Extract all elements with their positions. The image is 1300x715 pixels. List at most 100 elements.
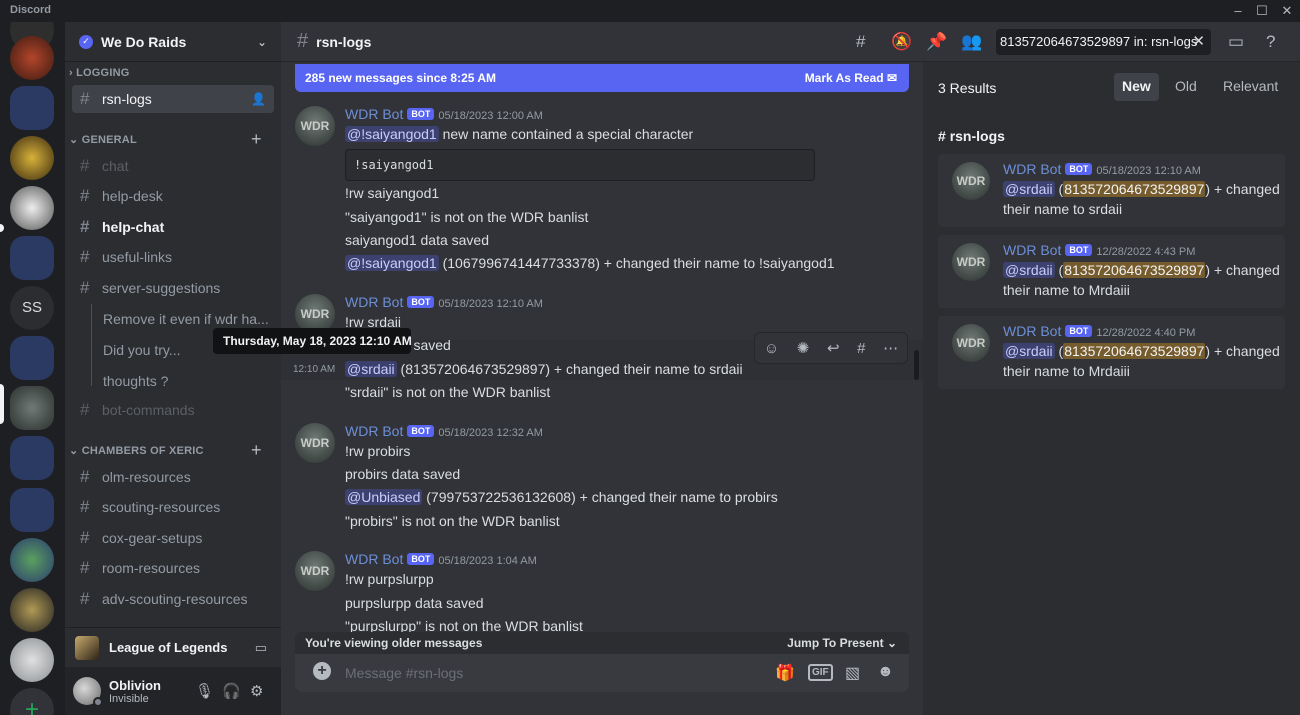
server-icon-wdr[interactable] [10, 386, 54, 430]
author-avatar[interactable]: WDR [295, 106, 335, 146]
message-input[interactable]: Message #rsn-logs [345, 665, 463, 681]
sort-relevant-button[interactable]: Relevant [1215, 73, 1286, 101]
headphones-icon[interactable]: 🎧 [222, 682, 241, 700]
server-icon[interactable] [10, 538, 54, 582]
reply-icon[interactable]: ↩ [827, 339, 840, 357]
server-folder-icon[interactable] [10, 86, 54, 130]
channel-bot-commands[interactable]: # bot-commands [72, 396, 274, 424]
category-logging[interactable]: › LOGGING [69, 67, 129, 79]
channel-help-chat[interactable]: # help-chat [72, 213, 274, 241]
microphone-icon[interactable]: 🎙 [195, 682, 214, 700]
user-mention[interactable]: @!saiyangod1 [345, 255, 439, 271]
server-icon[interactable] [10, 136, 54, 180]
user-mention[interactable]: @srdaii [1003, 181, 1055, 197]
search-result[interactable]: WDR WDR Bot BOT 12/28/2022 4:40 PM @srdaii… [938, 316, 1285, 389]
channel-room-resources[interactable]: # room-resources [72, 554, 274, 582]
settings-gear-icon[interactable]: ⚙ [250, 682, 263, 700]
emoji-icon[interactable]: ☻ [877, 663, 894, 681]
author-name[interactable]: WDR Bot [345, 551, 403, 567]
server-icon[interactable] [10, 186, 54, 230]
more-options-icon[interactable]: ⋯ [883, 339, 898, 357]
author-avatar[interactable]: WDR [295, 551, 335, 591]
maximize-icon[interactable]: ☐ [1250, 2, 1274, 20]
sort-old-button[interactable]: Old [1167, 73, 1205, 101]
threads-icon[interactable]: # [856, 32, 865, 52]
author-name[interactable]: WDR Bot [345, 106, 403, 122]
create-channel-icon[interactable]: + [251, 440, 262, 461]
new-messages-banner[interactable]: 285 new messages since 8:25 AM Mark As R… [295, 64, 909, 92]
gif-button[interactable]: GIF [808, 664, 833, 681]
sticker-icon[interactable]: ▧ [845, 663, 860, 683]
invite-icon[interactable]: 👤 [251, 92, 266, 106]
category-general[interactable]: ⌄ GENERAL + [69, 129, 269, 149]
channel-rsn-logs[interactable]: # rsn-logs 👤 [72, 85, 274, 113]
search-result[interactable]: WDR WDR Bot BOT 12/28/2022 4:43 PM @srdaii… [938, 235, 1285, 308]
user-mention[interactable]: @srdaii [345, 361, 397, 377]
server-icon[interactable] [10, 36, 54, 80]
channel-useful-links[interactable]: # useful-links [72, 243, 274, 271]
thread-item[interactable]: Remove it even if wdr ha... [103, 311, 269, 327]
author-avatar[interactable]: WDR [952, 324, 990, 362]
server-icon[interactable] [10, 588, 54, 632]
minimize-icon[interactable]: – [1226, 2, 1250, 20]
author-name[interactable]: WDR Bot [345, 294, 403, 310]
author-avatar[interactable]: WDR [295, 423, 335, 463]
create-channel-icon[interactable]: + [251, 129, 262, 150]
author-avatar[interactable]: WDR [952, 162, 990, 200]
user-mention[interactable]: @Unbiased [345, 489, 423, 505]
member-list-icon[interactable]: 👥 [961, 32, 982, 52]
scrollbar-thumb[interactable] [914, 350, 919, 380]
server-folder-icon[interactable] [10, 436, 54, 480]
search-result[interactable]: WDR WDR Bot BOT 05/18/2023 12:10 AM @srdai… [938, 154, 1285, 227]
mark-as-read-button[interactable]: Mark As Read ✉ [805, 71, 897, 85]
timestamp[interactable]: 05/18/2023 1:04 AM [438, 555, 536, 567]
result-channel-heading[interactable]: # rsn-logs [938, 128, 1005, 144]
server-folder-icon[interactable] [10, 488, 54, 532]
clear-search-icon[interactable]: ✕ [1192, 32, 1205, 50]
channel-chat[interactable]: # chat [72, 152, 274, 180]
inbox-icon[interactable]: ▭ [1228, 32, 1244, 52]
thread-item[interactable]: Did you try... [103, 342, 181, 358]
channel-help-desk[interactable]: # help-desk [72, 182, 274, 210]
help-icon[interactable]: ? [1266, 32, 1275, 52]
user-mention[interactable]: @srdaii [1003, 262, 1055, 278]
author-name[interactable]: WDR Bot [1003, 242, 1061, 258]
notification-mute-icon[interactable]: 🔕 [891, 32, 912, 52]
user-mention[interactable]: @!saiyangod1 [345, 126, 439, 142]
add-server-icon[interactable]: + [10, 688, 54, 715]
chevron-down-icon[interactable]: ⌄ [257, 35, 267, 49]
author-name[interactable]: WDR Bot [1003, 323, 1061, 339]
channel-olm-resources[interactable]: # olm-resources [72, 463, 274, 491]
pinned-messages-icon[interactable]: 📌 [926, 32, 947, 52]
author-avatar[interactable]: WDR [952, 243, 990, 281]
gift-icon[interactable]: 🎁 [775, 663, 795, 683]
create-thread-icon[interactable]: # [857, 340, 865, 357]
author-name[interactable]: WDR Bot [345, 423, 403, 439]
avatar[interactable] [73, 677, 103, 707]
timestamp[interactable]: 05/18/2023 12:32 AM [438, 427, 543, 439]
upload-plus-icon[interactable]: + [313, 662, 331, 680]
server-folder-icon[interactable] [10, 236, 54, 280]
channel-server-suggestions[interactable]: # server-suggestions [72, 274, 274, 302]
screen-share-icon[interactable]: ▭ [255, 640, 267, 656]
jump-to-present-button[interactable]: Jump To Present ⌄ [787, 636, 897, 650]
add-reaction-icon[interactable]: ☺ [764, 340, 779, 357]
server-folder-icon[interactable] [10, 336, 54, 380]
close-window-icon[interactable]: ✕ [1275, 2, 1299, 20]
user-mention[interactable]: @srdaii [1003, 343, 1055, 359]
thread-item[interactable]: thoughts ? [103, 373, 168, 389]
category-chambers-of-xeric[interactable]: ⌄ CHAMBERS OF XERIC + [69, 440, 269, 460]
author-name[interactable]: WDR Bot [1003, 161, 1061, 177]
server-header[interactable]: ✓ We Do Raids ⌄ [65, 22, 281, 62]
sort-new-button[interactable]: New [1114, 73, 1159, 101]
timestamp[interactable]: 05/18/2023 12:00 AM [438, 110, 543, 122]
channel-cox-gear-setups[interactable]: # cox-gear-setups [72, 524, 274, 552]
channel-adv-scouting-resources[interactable]: # adv-scouting-resources [72, 585, 274, 613]
timestamp[interactable]: 05/18/2023 12:10 AM [438, 298, 543, 310]
super-reaction-icon[interactable]: ✺ [797, 339, 810, 357]
search-input[interactable]: 813572064673529897 in: rsn-logs ✕ [996, 29, 1211, 55]
server-icon[interactable] [10, 638, 54, 682]
hover-timestamp[interactable]: 12:10 AM [293, 364, 335, 375]
server-icon-ss[interactable]: SS [10, 286, 54, 330]
channel-scouting-resources[interactable]: # scouting-resources [72, 493, 274, 521]
